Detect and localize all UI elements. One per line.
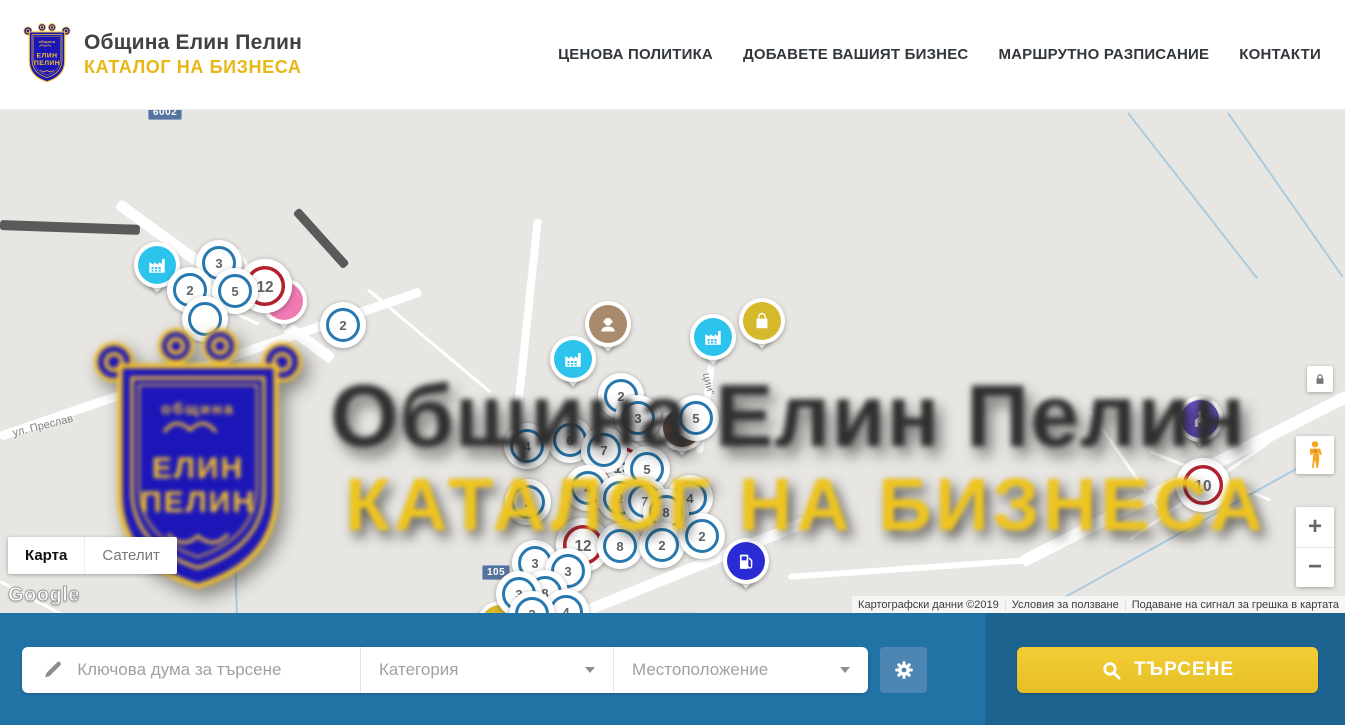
location-dropdown-label: Местоположение: [632, 660, 768, 680]
nav-item-add-business[interactable]: ДОБАВЕТЕ ВАШИЯТ БИЗНЕС: [743, 46, 968, 63]
svg-text:ПЕЛИН: ПЕЛИН: [34, 59, 60, 66]
nav-item-schedule[interactable]: МАРШРУТНО РАЗПИСАНИЕ: [998, 46, 1209, 63]
svg-text:ПЕЛИН: ПЕЛИН: [140, 486, 256, 519]
map-canvas[interactable]: ул. Преславбул. „Новоселции“6002105 3212…: [0, 110, 1345, 613]
watermark-title: Община Елин Пелин: [330, 365, 1246, 467]
cluster-marker[interactable]: 8: [597, 523, 643, 569]
church-marker[interactable]: [1177, 396, 1223, 442]
keyword-field-wrap: [22, 647, 360, 693]
chevron-down-icon: [840, 667, 850, 673]
site-title: Община Елин Пелин: [84, 31, 302, 55]
pencil-icon: [42, 658, 63, 682]
svg-text:ЕЛИН: ЕЛИН: [37, 52, 58, 59]
street-label: ции“: [700, 372, 716, 396]
pegman-button[interactable]: [1296, 436, 1334, 474]
chevron-down-icon: [585, 667, 595, 673]
svg-text:ЕЛИН: ЕЛИН: [152, 452, 244, 485]
cluster-marker[interactable]: 5: [673, 395, 719, 441]
nav-item-pricing[interactable]: ЦЕНОВА ПОЛИТИКА: [558, 46, 713, 63]
cluster-marker[interactable]: 2: [679, 513, 725, 559]
search-fields-group: Категория Местоположение: [22, 647, 868, 693]
map-attribution: Картографски данни ©2019 Условия за полз…: [852, 596, 1345, 613]
search-button-label: ТЪРСЕНЕ: [1134, 659, 1234, 681]
header: община ЕЛИН ПЕЛИН Община Елин Пелин КАТА…: [0, 0, 1345, 110]
category-dropdown[interactable]: Категория: [360, 647, 613, 693]
search-bar: Категория Местоположение ТЪРСЕНЕ: [0, 613, 1345, 725]
advanced-settings-button[interactable]: [880, 647, 927, 693]
bag-marker[interactable]: [739, 298, 785, 344]
cluster-marker[interactable]: 10: [1176, 458, 1230, 512]
cluster-marker[interactable]: 2: [505, 479, 551, 525]
factory-marker[interactable]: [690, 314, 736, 360]
search-icon: [1101, 660, 1122, 681]
cluster-marker[interactable]: 4: [504, 423, 550, 469]
map-type-map-button[interactable]: Карта: [8, 537, 84, 574]
lock-button[interactable]: [1307, 366, 1333, 392]
cluster-marker[interactable]: [182, 296, 228, 342]
cluster-marker[interactable]: 2: [320, 302, 366, 348]
zoom-control: + −: [1296, 507, 1334, 587]
site-logo[interactable]: община ЕЛИН ПЕЛИН Община Елин Пелин КАТА…: [22, 21, 302, 89]
google-logo[interactable]: Google: [8, 584, 80, 607]
gear-icon: [893, 659, 915, 681]
map-copyright: Картографски данни ©2019: [852, 599, 1005, 611]
keyword-input[interactable]: [77, 660, 346, 680]
terms-link[interactable]: Условия за ползване: [1005, 599, 1125, 611]
zoom-in-button[interactable]: +: [1296, 507, 1334, 548]
pegman-icon: [1304, 440, 1326, 470]
map-type-satellite-button[interactable]: Сателит: [84, 537, 177, 574]
svg-text:община: община: [161, 401, 235, 418]
location-dropdown[interactable]: Местоположение: [613, 647, 868, 693]
category-dropdown-label: Категория: [379, 660, 458, 680]
cluster-marker[interactable]: 3: [615, 395, 661, 441]
cluster-marker[interactable]: 2: [639, 522, 685, 568]
fuel-marker[interactable]: [723, 538, 769, 584]
map-type-control: Карта Сателит: [8, 537, 177, 574]
nav-item-contacts[interactable]: КОНТАКТИ: [1239, 46, 1321, 63]
factory-marker[interactable]: [550, 336, 596, 382]
report-error-link[interactable]: Подаване на сигнал за грешка в картата: [1125, 599, 1345, 611]
zoom-out-button[interactable]: −: [1296, 548, 1334, 588]
municipality-crest-icon: община ЕЛИН ПЕЛИН: [22, 21, 72, 89]
svg-text:община: община: [39, 39, 56, 43]
lock-icon: [1313, 372, 1327, 386]
main-nav: ЦЕНОВА ПОЛИТИКА ДОБАВЕТЕ ВАШИЯТ БИЗНЕС М…: [558, 46, 1321, 63]
site-subtitle: КАТАЛОГ НА БИЗНЕСА: [84, 57, 302, 78]
road-number-badge: 6002: [148, 110, 182, 120]
search-button[interactable]: ТЪРСЕНЕ: [1017, 647, 1318, 693]
